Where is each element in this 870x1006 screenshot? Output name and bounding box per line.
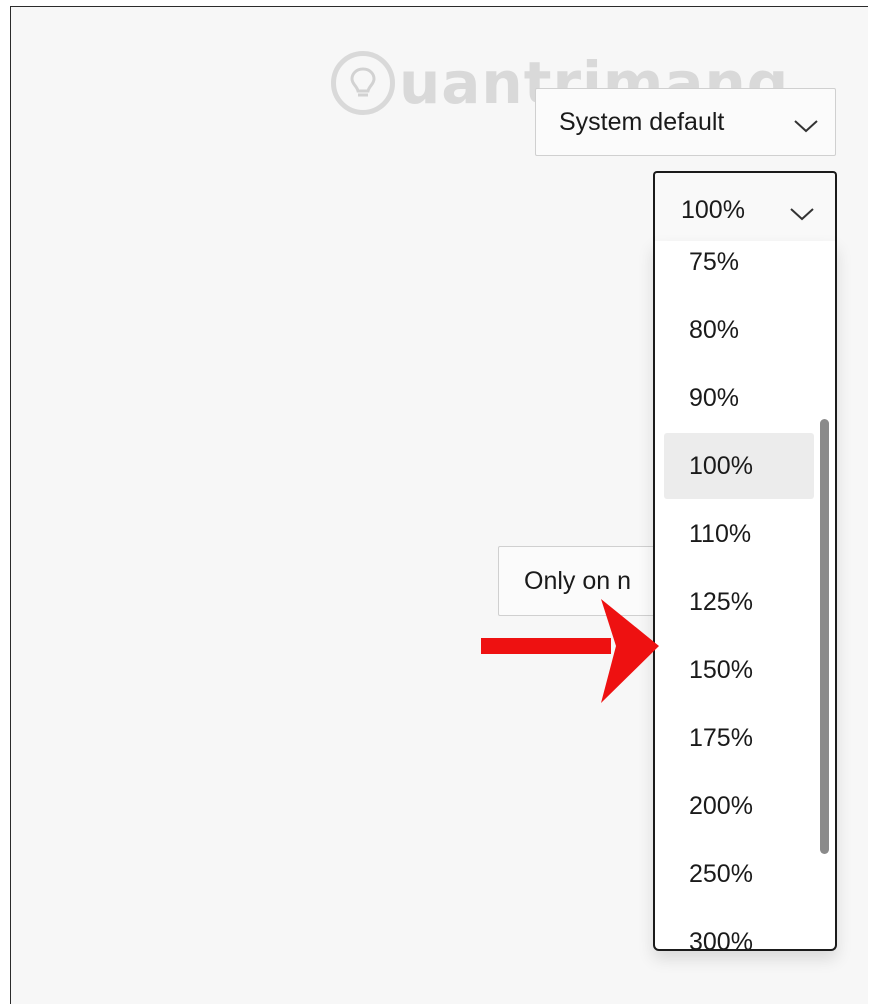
zoom-option-80[interactable]: 80% (664, 297, 814, 363)
chevron-down-icon (793, 113, 819, 142)
font-select-value: System default (559, 107, 725, 136)
zoom-select[interactable]: 100% (653, 171, 837, 247)
zoom-option-125[interactable]: 125% (664, 569, 814, 635)
tabs-select-value: Only on n (524, 566, 632, 595)
red-arrow-annotation (481, 599, 659, 703)
font-select[interactable]: System default (535, 88, 836, 156)
chevron-down-icon (789, 201, 815, 230)
zoom-dropdown-list[interactable]: 300% 250% 200% 175% 150% 125% 110% 100% 90% 80% 75… (653, 241, 837, 951)
zoom-option-75[interactable]: 75% (664, 241, 814, 295)
scrollbar-thumb[interactable] (820, 419, 829, 854)
zoom-select-value: 100% (681, 195, 745, 224)
zoom-option-300[interactable]: 300% (664, 909, 814, 950)
lightbulb-icon (331, 51, 395, 115)
zoom-option-200[interactable]: 200% (664, 773, 814, 839)
zoom-option-250[interactable]: 250% (664, 841, 814, 907)
zoom-option-90[interactable]: 90% (664, 365, 814, 431)
zoom-option-150[interactable]: 150% (664, 637, 814, 703)
zoom-option-175[interactable]: 175% (664, 705, 814, 771)
zoom-option-100[interactable]: 100% (664, 433, 814, 499)
settings-panel: uantrimang System default 100% Only on n… (10, 6, 868, 1004)
zoom-option-110[interactable]: 110% (664, 501, 814, 567)
